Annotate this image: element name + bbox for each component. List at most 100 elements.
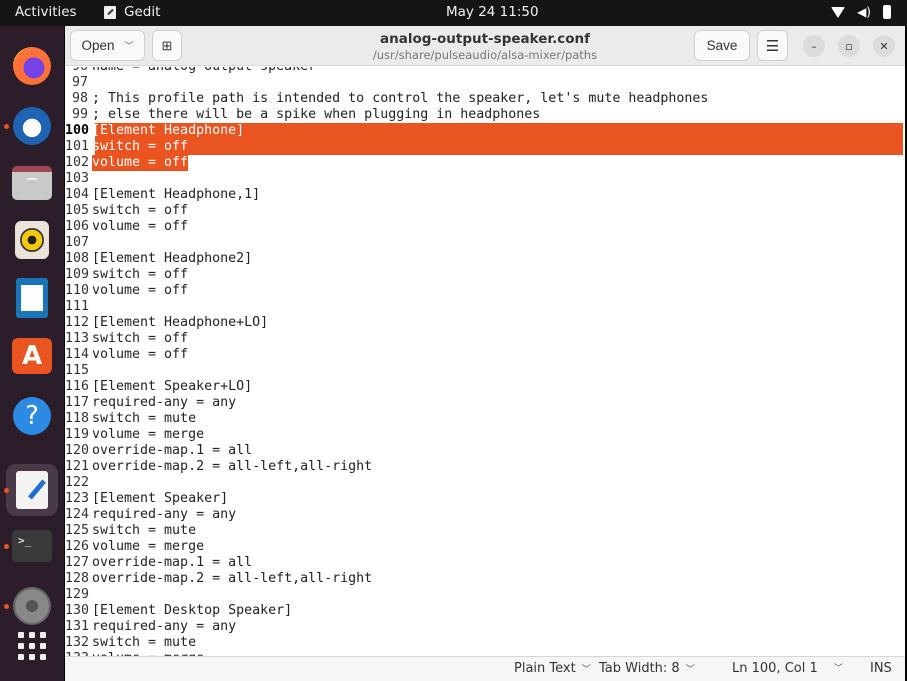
restore-icon: ▫ (845, 39, 853, 53)
chevron-down-icon: ﹀ (124, 41, 134, 51)
dock-item-writer[interactable] (6, 272, 58, 324)
editor-line[interactable]: 113 switch = off (65, 331, 905, 347)
editor-line[interactable]: 124 required-any = any (65, 507, 905, 523)
dock-item-rhythmbox[interactable] (6, 214, 58, 266)
show-applications-button[interactable] (6, 620, 58, 672)
clock[interactable]: May 24 11:50 (446, 4, 539, 20)
save-button[interactable]: Save (694, 30, 750, 61)
new-tab-button[interactable]: ⊞ (152, 30, 182, 61)
editor-line[interactable]: 106 volume = off (65, 219, 905, 235)
insert-mode-indicator: INS (870, 661, 892, 676)
position-menu-button[interactable]: ﹀ (834, 661, 843, 674)
minimize-icon: – (811, 39, 817, 53)
editor-line[interactable]: 112 [Element Headphone+LO] (65, 315, 905, 331)
editor-line[interactable]: 128 override-map.2 = all-left,all-right (65, 571, 905, 587)
volume-icon: ◀) (857, 5, 871, 19)
editor-line[interactable]: 101 switch = off (65, 139, 905, 155)
editor-line[interactable]: 96name = analog-output-speaker (65, 67, 905, 75)
editor-line[interactable]: 115 (65, 363, 905, 379)
editor-line[interactable]: 116 [Element Speaker+LO] (65, 379, 905, 395)
running-indicator (4, 604, 9, 609)
line-number: 114 (65, 347, 90, 362)
editor-line[interactable]: 132 switch = mute (65, 635, 905, 651)
line-text: volume = off (92, 283, 189, 298)
editor-line[interactable]: 102 volume = off (65, 155, 905, 171)
line-number: 102 (65, 155, 90, 170)
editor-line[interactable]: 108 [Element Headphone2] (65, 251, 905, 267)
line-number: 127 (65, 555, 90, 570)
gedit-window: Open ﹀ ⊞ analog-output-speaker.conf /usr… (65, 26, 905, 681)
line-number: 112 (65, 315, 90, 330)
hamburger-menu-button[interactable]: ☰ (757, 30, 788, 61)
editor-line[interactable]: 114 volume = off (65, 347, 905, 363)
editor-line[interactable]: 117 required-any = any (65, 395, 905, 411)
line-text: override-map.1 = all (92, 555, 253, 570)
editor-line[interactable]: 97 (65, 75, 905, 91)
editor-line[interactable]: 119 volume = merge (65, 427, 905, 443)
document-title: analog-output-speaker.conf (379, 31, 591, 47)
editor-line[interactable]: 130 [Element Desktop Speaker] (65, 603, 905, 619)
editor-line[interactable]: 98 ; This profile path is intended to con… (65, 91, 905, 107)
dock-item-firefox[interactable] (6, 40, 58, 92)
editor-line[interactable]: 121 override-map.2 = all-left,all-right (65, 459, 905, 475)
cursor-position[interactable]: Ln 100, Col 1 (732, 661, 818, 676)
line-number: 124 (65, 507, 90, 522)
line-text: [Element Headphone] (92, 123, 245, 138)
editor-line[interactable]: 129 (65, 587, 905, 603)
line-number: 101 (65, 139, 90, 154)
editor-line[interactable]: 100 [Element Headphone] (65, 123, 905, 139)
editor-line[interactable]: 125 switch = mute (65, 523, 905, 539)
line-number: 117 (65, 395, 90, 410)
editor-line[interactable]: 110 volume = off (65, 283, 905, 299)
line-number: 110 (65, 283, 90, 298)
dock-item-software[interactable]: A (6, 330, 58, 382)
dock-item-files[interactable] (6, 157, 58, 209)
system-tray[interactable]: ◀) (831, 5, 891, 19)
dock-item-thunderbird[interactable] (4, 100, 58, 152)
editor-line[interactable]: 104 [Element Headphone,1] (65, 187, 905, 203)
window-title: analog-output-speaker.conf /usr/share/pu… (315, 31, 655, 62)
dock-item-text-editor[interactable] (4, 464, 58, 516)
editor-line[interactable]: 123 [Element Speaker] (65, 491, 905, 507)
editor-line[interactable]: 107 (65, 235, 905, 251)
line-text: ; else there will be a spike when pluggi… (92, 107, 541, 122)
line-text: volume = merge (92, 539, 205, 554)
language-selector[interactable]: Plain Text ﹀ (514, 661, 591, 676)
close-button[interactable]: ✕ (873, 35, 895, 57)
help-icon: ? (13, 397, 51, 435)
activities-button[interactable]: Activities (15, 4, 77, 20)
files-icon (12, 166, 52, 200)
line-text: switch = mute (92, 411, 197, 426)
editor-line[interactable]: 103 (65, 171, 905, 187)
maximize-button[interactable]: ▫ (838, 35, 860, 57)
tab-width-label: Tab Width: 8 (599, 661, 680, 676)
editor-line[interactable]: 126 volume = merge (65, 539, 905, 555)
open-button[interactable]: Open ﹀ (70, 30, 145, 61)
app-menu[interactable]: Gedit (104, 4, 160, 20)
minimize-button[interactable]: – (803, 35, 825, 57)
editor-line[interactable]: 105 switch = off (65, 203, 905, 219)
editor-line[interactable]: 127 override-map.1 = all (65, 555, 905, 571)
editor-line[interactable]: 109 switch = off (65, 267, 905, 283)
line-number: 119 (65, 427, 90, 442)
header-bar: Open ﹀ ⊞ analog-output-speaker.conf /usr… (65, 26, 905, 66)
chevron-down-icon: ﹀ (834, 664, 844, 674)
line-text: volume = off (92, 219, 189, 234)
line-text: required-any = any (92, 619, 237, 634)
dock-item-help[interactable]: ? (6, 390, 58, 442)
editor-line[interactable]: 118 switch = mute (65, 411, 905, 427)
line-number: 109 (65, 267, 90, 282)
line-number: 100 (65, 123, 90, 138)
line-text: override-map.2 = all-left,all-right (92, 459, 373, 474)
editor-line[interactable]: 99 ; else there will be a spike when plug… (65, 107, 905, 123)
running-indicator (4, 544, 9, 549)
editor-line[interactable]: 111 (65, 299, 905, 315)
line-number: 107 (65, 235, 90, 250)
editor-line[interactable]: 120 override-map.1 = all (65, 443, 905, 459)
tab-width-selector[interactable]: Tab Width: 8 ﹀ (599, 661, 695, 676)
gedit-icon (16, 471, 48, 509)
text-editor-area[interactable]: 96name = analog-output-speaker9798; This… (65, 67, 905, 656)
editor-line[interactable]: 131 required-any = any (65, 619, 905, 635)
editor-line[interactable]: 122 (65, 475, 905, 491)
dock-item-terminal[interactable]: >_ (4, 520, 58, 572)
